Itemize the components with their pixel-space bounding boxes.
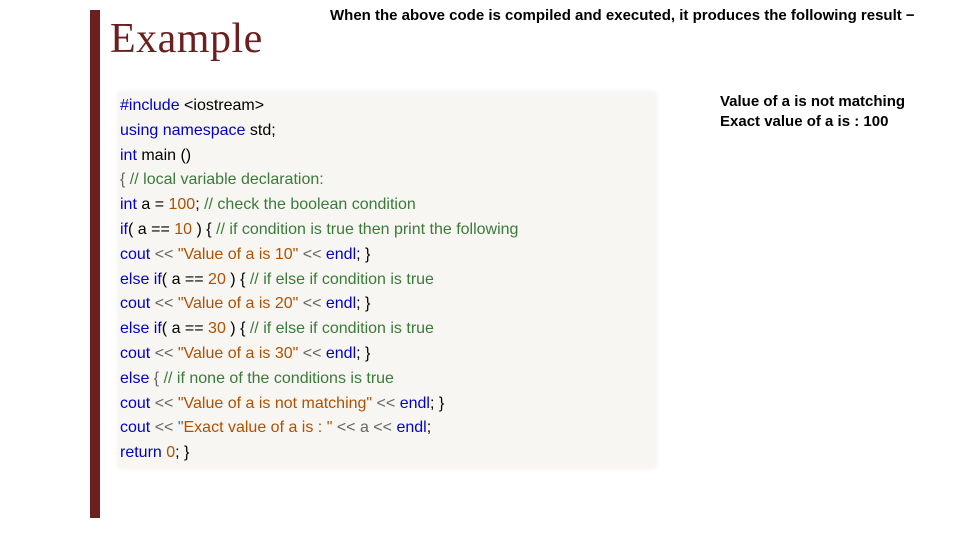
code-line: if( a == 10 ) { // if condition is true … [120, 218, 650, 243]
intro-text: When the above code is compiled and exec… [330, 6, 940, 26]
code-line: cout << "Value of a is 30" << endl; } [120, 342, 650, 367]
code-line: else if( a == 20 ) { // if else if condi… [120, 268, 650, 293]
code-line: else if( a == 30 ) { // if else if condi… [120, 317, 650, 342]
code-line: { // local variable declaration: [120, 168, 650, 193]
code-line: else { // if none of the conditions is t… [120, 367, 650, 392]
code-line: int a = 100; // check the boolean condit… [120, 193, 650, 218]
program-output: Value of a is not matching Exact value o… [720, 92, 905, 131]
code-line: cout << "Value of a is 20" << endl; } [120, 292, 650, 317]
output-line: Exact value of a is : 100 [720, 112, 905, 132]
accent-bar [90, 10, 100, 518]
code-line: using namespace std; [120, 119, 650, 144]
code-line: int main () [120, 144, 650, 169]
code-line: #include <iostream> [120, 94, 650, 119]
code-line: cout << "Exact value of a is : " << a <<… [120, 416, 650, 441]
code-line: cout << "Value of a is 10" << endl; } [120, 243, 650, 268]
code-line: return 0; } [120, 441, 650, 466]
code-line: cout << "Value of a is not matching" << … [120, 392, 650, 417]
slide: Example When the above code is compiled … [0, 0, 960, 540]
page-title: Example [110, 15, 263, 63]
code-example: #include <iostream> using namespace std;… [118, 92, 656, 468]
output-line: Value of a is not matching [720, 92, 905, 112]
